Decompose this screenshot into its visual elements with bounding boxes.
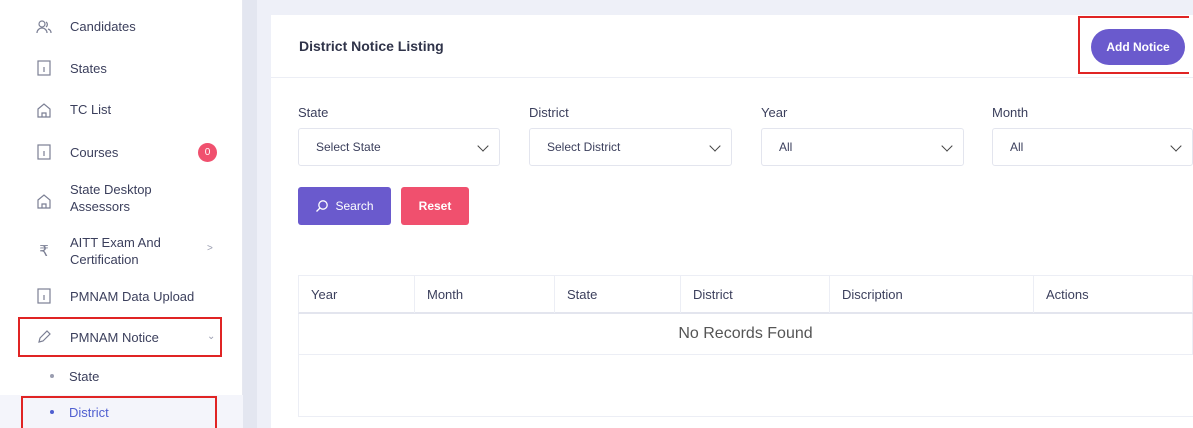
bullet-icon [50, 374, 54, 378]
notice-listing-panel: District Notice Listing Add Notice State… [271, 15, 1193, 428]
search-icon [316, 200, 329, 212]
page-title: District Notice Listing [299, 38, 444, 54]
file-icon [36, 288, 52, 304]
users-icon [36, 19, 52, 35]
state-select[interactable]: Select State [298, 128, 500, 166]
table-spacer [298, 355, 1193, 417]
notice-table: Year Month State District Discription Ac… [298, 275, 1193, 417]
sidebar-item-label: State Desktop Assessors [70, 182, 152, 214]
state-filter-label: State [298, 105, 329, 120]
sidebar-subitem-label: State [69, 368, 100, 384]
sidebar-item-label: PMNAM Data Upload [70, 289, 195, 304]
year-select-value: All [779, 140, 793, 154]
column-header-month[interactable]: Month [415, 276, 555, 313]
column-header-district[interactable]: District [681, 276, 830, 313]
district-select-value: Select District [547, 140, 621, 154]
district-select[interactable]: Select District [529, 128, 732, 166]
sidebar-subitem-label: District [69, 404, 109, 420]
month-filter-label: Month [992, 105, 1029, 120]
chevron-down-icon [477, 140, 489, 152]
sidebar-item-pmnam-data-upload[interactable]: PMNAM Data Upload [0, 286, 243, 306]
rupee-icon: ₹ [39, 243, 49, 260]
district-filter-label: District [529, 105, 569, 120]
month-select[interactable]: All [992, 128, 1193, 166]
month-select-value: All [1010, 140, 1024, 154]
empty-state-text: No Records Found [678, 325, 813, 342]
state-select-value: Select State [316, 140, 381, 154]
home-icon [36, 102, 52, 118]
count-badge: 0 [198, 143, 217, 162]
year-select[interactable]: All [761, 128, 964, 166]
sidebar-item-pmnam-notice[interactable]: PMNAM Notice ⌄ [0, 317, 243, 357]
panel-header: District Notice Listing Add Notice [271, 15, 1193, 78]
bullet-icon [50, 410, 54, 414]
chevron-down-icon [709, 140, 721, 152]
pencil-icon [36, 329, 52, 345]
sidebar-item-label: Candidates [70, 19, 136, 34]
sidebar-item-candidates[interactable]: Candidates [0, 17, 243, 37]
empty-state-row: No Records Found [298, 314, 1193, 355]
chevron-down-icon [941, 140, 953, 152]
add-notice-button[interactable]: Add Notice [1091, 29, 1185, 65]
sidebar-subitem-state[interactable]: State [0, 359, 243, 393]
file-icon [36, 60, 52, 76]
column-header-state[interactable]: State [555, 276, 681, 313]
file-icon [36, 144, 52, 160]
sidebar-item-state-desktop-assessors[interactable]: State Desktop Assessors [0, 180, 243, 216]
year-filter-label: Year [761, 105, 788, 120]
sidebar-subitem-district[interactable]: District [0, 395, 243, 428]
sidebar: Candidates States TC List Courses 0 Stat… [0, 0, 243, 428]
sidebar-item-aitt-exam[interactable]: ₹ AITT Exam And Certification > [0, 233, 243, 269]
column-header-year[interactable]: Year [299, 276, 415, 313]
column-header-description[interactable]: Discription [830, 276, 1034, 313]
table-header: Year Month State District Discription Ac… [298, 275, 1193, 314]
sidebar-item-label: PMNAM Notice [70, 330, 159, 345]
chevron-down-icon: ⌄ [207, 331, 216, 342]
sidebar-item-label: States [70, 61, 107, 76]
sidebar-item-states[interactable]: States [0, 58, 243, 78]
chevron-right-icon: > [207, 243, 213, 254]
sidebar-item-courses[interactable]: Courses 0 [0, 141, 243, 163]
home-icon [36, 193, 52, 209]
sidebar-item-label: TC List [70, 102, 112, 117]
reset-button[interactable]: Reset [401, 187, 469, 225]
search-button[interactable]: Search [298, 187, 391, 225]
search-button-label: Search [335, 199, 374, 213]
column-header-actions[interactable]: Actions [1034, 276, 1193, 313]
sidebar-scroll-edge [243, 0, 257, 428]
sidebar-item-label: Courses [70, 145, 119, 160]
chevron-down-icon [1170, 140, 1182, 152]
sidebar-item-tc-list[interactable]: TC List [0, 100, 243, 120]
sidebar-item-label: AITT Exam And Certification [70, 235, 161, 267]
